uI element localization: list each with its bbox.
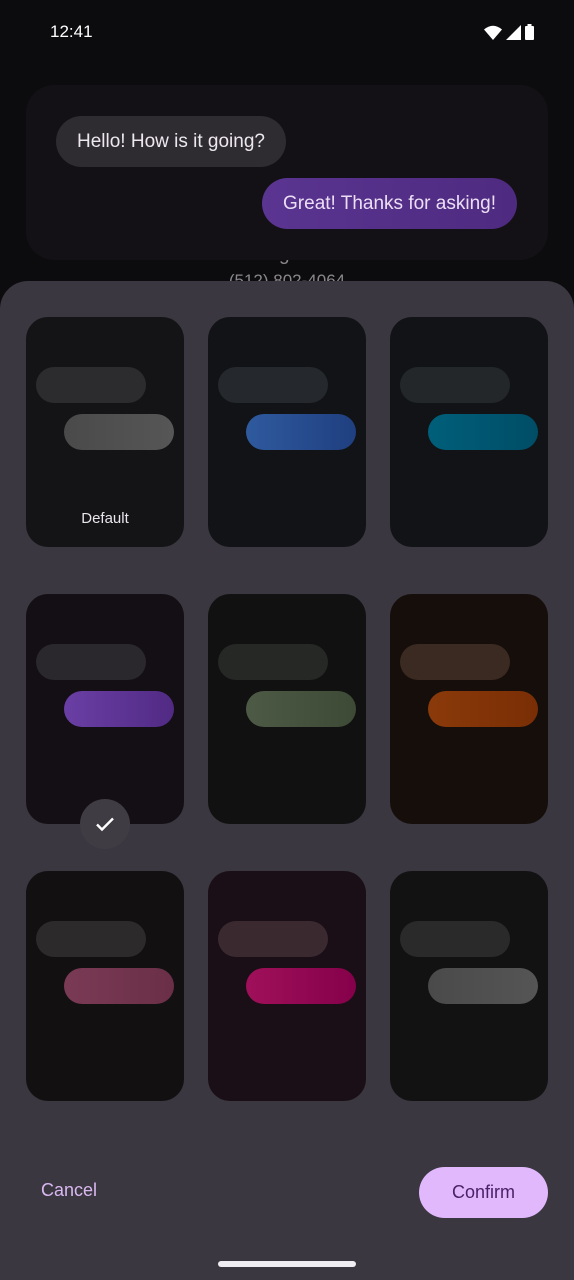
- outgoing-bubble-swatch: [428, 414, 538, 450]
- theme-option-5[interactable]: [208, 594, 366, 824]
- battery-icon: [525, 24, 534, 40]
- outgoing-bubble-swatch: [428, 968, 538, 1004]
- incoming-bubble-swatch: [36, 921, 146, 957]
- home-indicator[interactable]: [218, 1261, 356, 1267]
- wifi-icon: [484, 25, 502, 40]
- incoming-bubble-swatch: [36, 644, 146, 680]
- incoming-bubble-swatch: [400, 921, 510, 957]
- theme-option-6[interactable]: [390, 594, 548, 824]
- check-icon: [96, 817, 114, 832]
- incoming-bubble-swatch: [218, 921, 328, 957]
- signal-icon: [506, 24, 521, 40]
- selected-check-badge: [80, 799, 130, 849]
- outgoing-bubble-swatch: [428, 691, 538, 727]
- incoming-bubble-swatch: [400, 367, 510, 403]
- theme-option-7[interactable]: [26, 871, 184, 1101]
- theme-option-9[interactable]: [390, 871, 548, 1101]
- incoming-bubble-swatch: [218, 367, 328, 403]
- incoming-bubble-swatch: [218, 644, 328, 680]
- outgoing-bubble-swatch: [246, 691, 356, 727]
- theme-label: Default: [81, 510, 129, 527]
- outgoing-bubble-swatch: [246, 414, 356, 450]
- clock: 12:41: [50, 22, 93, 41]
- outgoing-bubble-swatch: [246, 968, 356, 1004]
- theme-preview: Hello! How is it going? Great! Thanks fo…: [26, 85, 548, 260]
- outgoing-bubble-swatch: [64, 691, 174, 727]
- theme-option-4[interactable]: [26, 594, 184, 824]
- confirm-button[interactable]: Confirm: [419, 1167, 548, 1218]
- outgoing-bubble-swatch: [64, 414, 174, 450]
- outgoing-bubble-swatch: [64, 968, 174, 1004]
- incoming-bubble-swatch: [36, 367, 146, 403]
- theme-option-3[interactable]: [390, 317, 548, 547]
- theme-option-1[interactable]: Default: [26, 317, 184, 547]
- incoming-bubble: Hello! How is it going?: [56, 116, 286, 167]
- cancel-button[interactable]: Cancel: [41, 1180, 97, 1201]
- status-bar: 12:41: [0, 0, 574, 64]
- outgoing-bubble: Great! Thanks for asking!: [262, 178, 517, 229]
- theme-option-8[interactable]: [208, 871, 366, 1101]
- theme-option-2[interactable]: [208, 317, 366, 547]
- incoming-bubble-swatch: [400, 644, 510, 680]
